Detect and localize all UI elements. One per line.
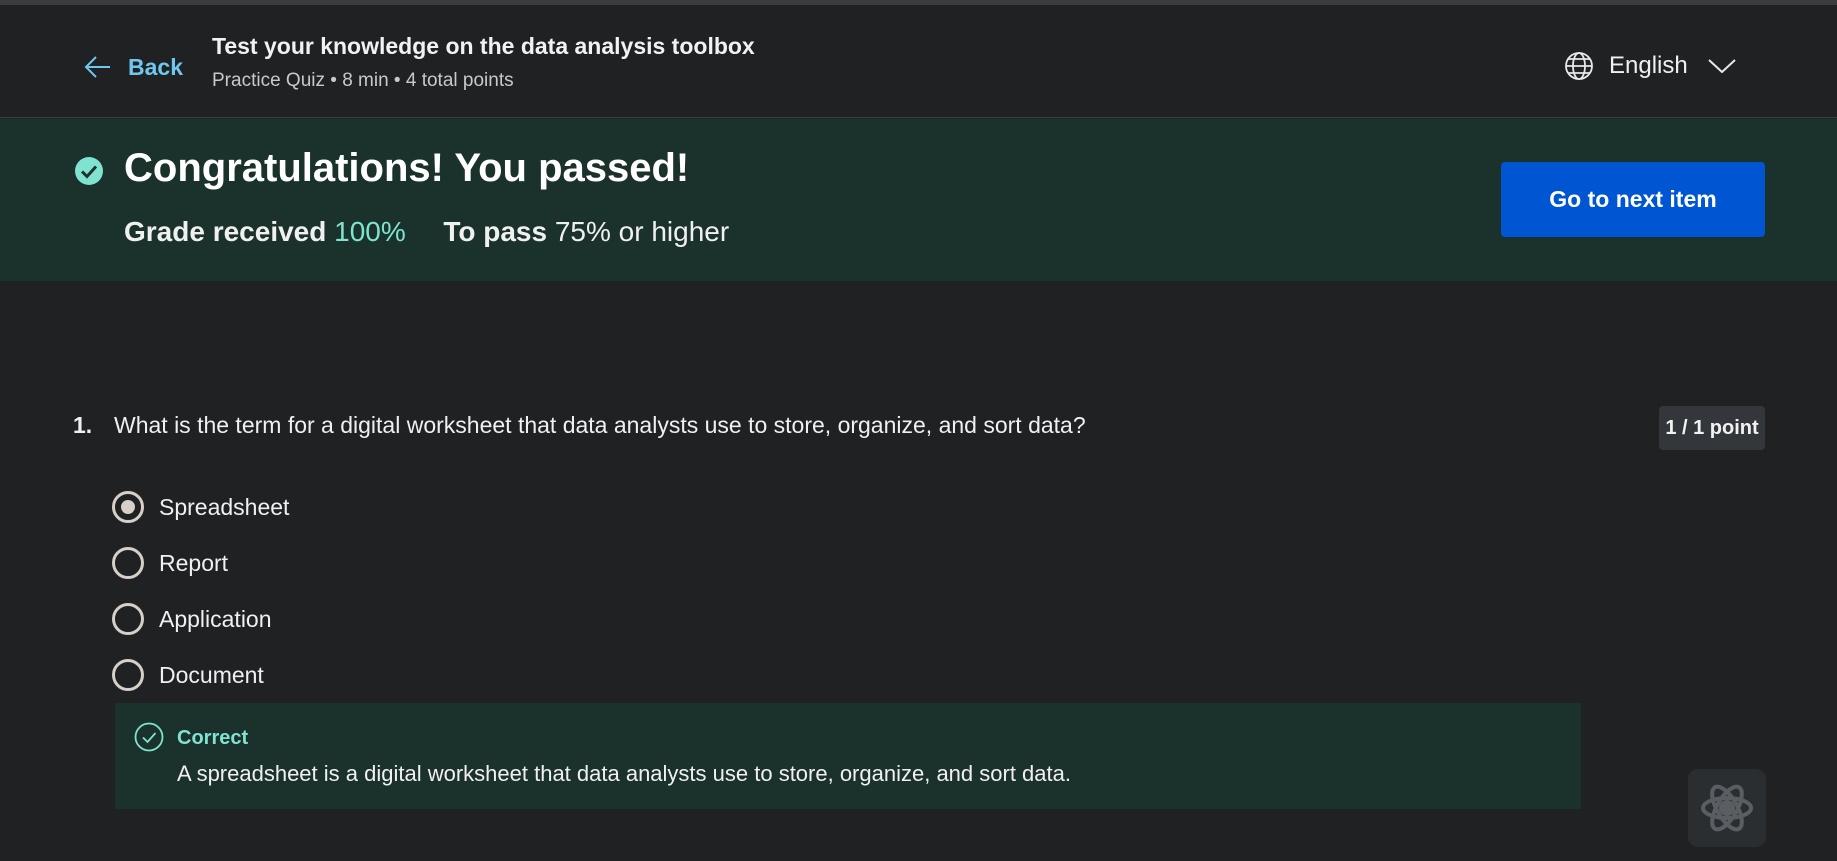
option-label: Application	[159, 605, 272, 632]
feedback-status: Correct	[177, 727, 249, 749]
arrow-left-icon	[84, 56, 110, 78]
radio-button[interactable]	[112, 659, 144, 691]
coach-assistant-button[interactable]	[1688, 769, 1766, 847]
option-label: Document	[159, 661, 264, 688]
question-text: What is the term for a digital worksheet…	[114, 412, 1086, 438]
option-label: Spreadsheet	[159, 493, 290, 520]
quiz-title-block: Test your knowledge on the data analysis…	[212, 33, 755, 92]
back-button[interactable]: Back	[82, 47, 183, 87]
globe-icon	[1565, 52, 1593, 80]
check-circle-outline-icon	[134, 722, 164, 752]
quiz-header: Back Test your knowledge on the data ana…	[0, 5, 1837, 118]
radio-button[interactable]	[112, 547, 144, 579]
question-number: 1.	[73, 412, 93, 438]
language-selector[interactable]: English	[1563, 46, 1738, 86]
feedback-explanation: A spreadsheet is a digital worksheet tha…	[177, 761, 1071, 786]
quiz-meta: Practice Quiz • 8 min • 4 total points	[212, 70, 514, 91]
answer-feedback: Correct A spreadsheet is a digital works…	[115, 703, 1581, 809]
grade-value: 100%	[334, 216, 406, 247]
coach-assistant-icon	[1701, 784, 1753, 832]
option-label: Report	[159, 549, 229, 576]
option-application[interactable]: Application	[112, 591, 289, 647]
back-label: Back	[128, 53, 183, 80]
pass-label: To pass	[443, 216, 548, 247]
option-spreadsheet[interactable]: Spreadsheet	[112, 479, 289, 535]
go-to-next-item-button[interactable]: Go to next item	[1501, 162, 1765, 237]
option-document[interactable]: Document	[112, 647, 289, 703]
pass-headline: Congratulations! You passed!	[124, 146, 690, 190]
answer-options: Spreadsheet Report Application Document	[112, 479, 289, 703]
radio-button[interactable]	[112, 603, 144, 635]
radio-button-selected[interactable]	[112, 491, 144, 523]
grade-summary: Grade received 100% To pass 75% or highe…	[124, 216, 729, 248]
quiz-title: Test your knowledge on the data analysis…	[212, 33, 755, 59]
pass-threshold: 75% or higher	[554, 216, 730, 247]
check-circle-filled-icon	[75, 157, 103, 185]
grade-label: Grade received	[124, 216, 327, 247]
chevron-down-icon	[1708, 59, 1736, 74]
language-label: English	[1609, 52, 1688, 79]
points-badge: 1 / 1 point	[1659, 406, 1765, 450]
option-report[interactable]: Report	[112, 535, 289, 591]
